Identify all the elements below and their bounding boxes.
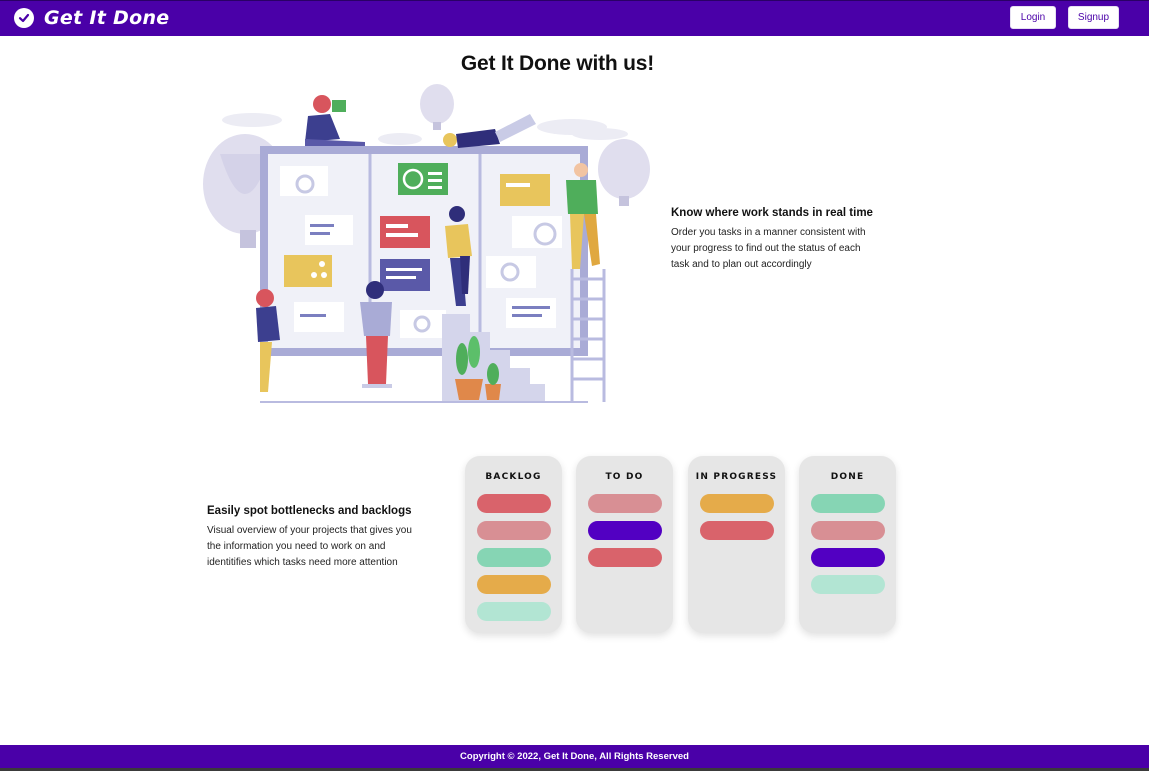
feature-text: Visual overview of your projects that gi…	[207, 525, 412, 568]
task-card[interactable]	[700, 521, 774, 540]
task-card[interactable]	[588, 494, 662, 513]
task-card[interactable]	[477, 602, 551, 621]
kanban-column-done: DONE	[799, 456, 896, 633]
login-button[interactable]: Login	[1010, 6, 1056, 29]
top-navbar: Get It Done Login Signup	[0, 0, 1149, 36]
task-card[interactable]	[588, 521, 662, 540]
task-card[interactable]	[477, 494, 551, 513]
task-card[interactable]	[811, 548, 885, 567]
task-card[interactable]	[811, 575, 885, 594]
brand[interactable]: Get It Done	[14, 7, 169, 29]
brand-title: Get It Done	[44, 7, 170, 29]
feature-text: Order you tasks in a manner consistent w…	[671, 227, 866, 270]
feature-realtime: Know where work stands in real time Orde…	[671, 207, 881, 273]
task-card[interactable]	[700, 494, 774, 513]
kanban-column-todo: TO DO	[576, 456, 673, 633]
task-card[interactable]	[477, 521, 551, 540]
task-board-illustration	[200, 84, 655, 406]
page-title: Get It Done with us!	[460, 52, 655, 75]
check-circle-icon	[14, 8, 34, 28]
task-card[interactable]	[811, 494, 885, 513]
task-card[interactable]	[477, 548, 551, 567]
task-card[interactable]	[811, 521, 885, 540]
kanban-column-backlog: BACKLOG	[465, 456, 562, 633]
column-title: TO DO	[605, 472, 644, 482]
feature-title: Easily spot bottlenecks and backlogs	[207, 505, 412, 517]
kanban-column-in-progress: IN PROGRESS	[688, 456, 785, 633]
column-title: DONE	[830, 472, 865, 482]
task-card[interactable]	[477, 575, 551, 594]
footer: Copyright © 2022, Get It Done, All Right…	[0, 745, 1149, 768]
feature-bottlenecks: Easily spot bottlenecks and backlogs Vis…	[207, 505, 417, 571]
column-title: IN PROGRESS	[695, 472, 778, 482]
feature-title: Know where work stands in real time	[671, 207, 873, 219]
task-card[interactable]	[588, 548, 662, 567]
column-title: BACKLOG	[485, 472, 542, 482]
signup-button[interactable]: Signup	[1068, 6, 1119, 29]
